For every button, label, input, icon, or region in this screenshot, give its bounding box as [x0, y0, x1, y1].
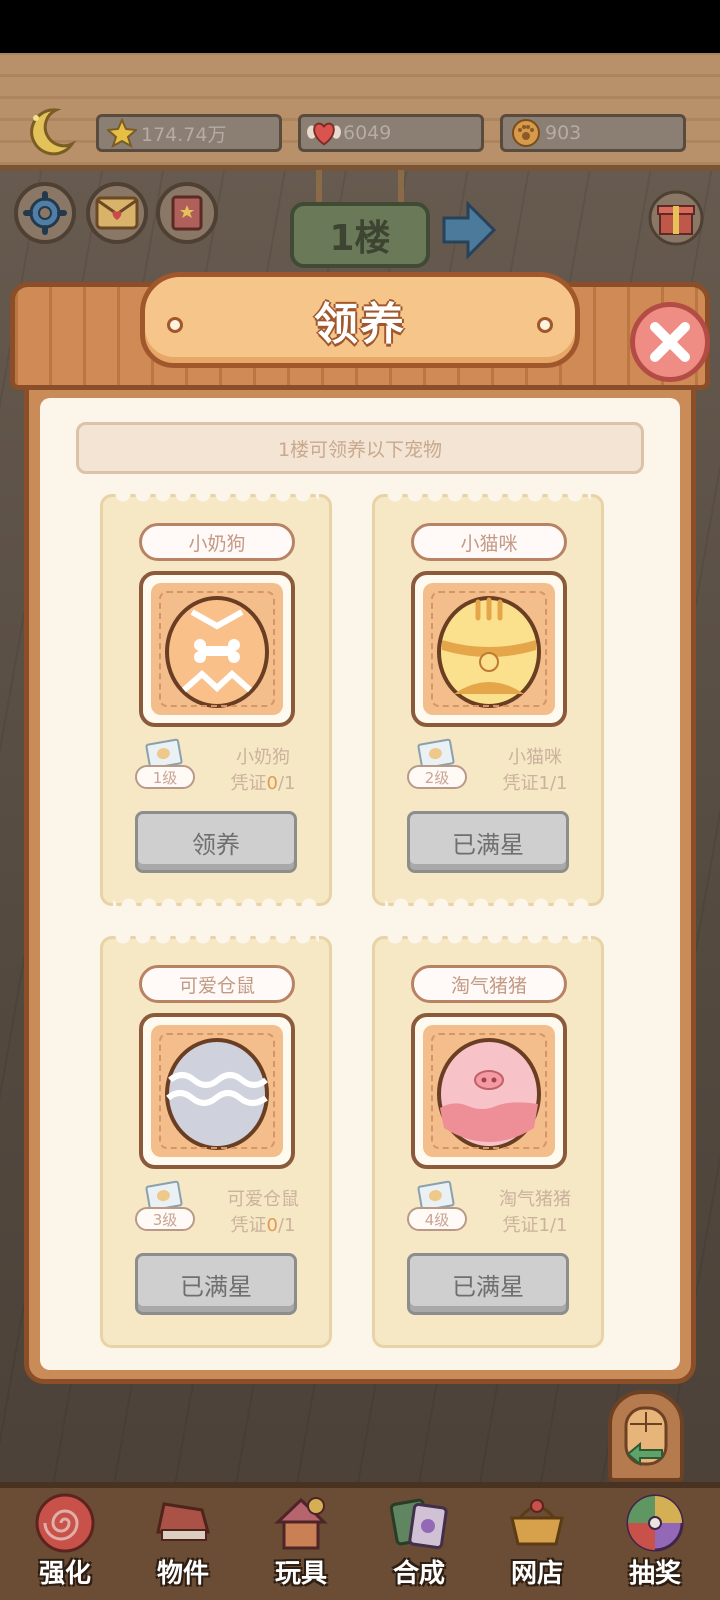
star-icon — [105, 116, 139, 150]
close-button[interactable] — [630, 302, 710, 382]
door-arrow-icon — [624, 1406, 668, 1467]
pet-name: 小奶狗 — [139, 523, 295, 561]
voucher-name: 淘气猪猪 — [499, 1189, 571, 1210]
nav-label: 网店 — [510, 1559, 563, 1589]
nav-label: 强化 — [38, 1559, 91, 1589]
rivet-left — [167, 317, 183, 333]
nav-merge[interactable]: 合成 — [364, 1486, 474, 1590]
nav-lottery[interactable]: 抽奖 — [600, 1486, 710, 1590]
voucher-badge: 2级 — [405, 738, 471, 791]
hamster-egg-icon — [165, 1038, 269, 1150]
voucher-badge: 4级 — [405, 1180, 471, 1233]
card-scallop — [385, 936, 591, 948]
card-scallop — [113, 936, 319, 948]
voucher-count: 凭证0/1 — [230, 1215, 296, 1236]
max-star-button[interactable]: 已满星 — [135, 1253, 297, 1315]
voucher-badge: 3级 — [133, 1180, 199, 1233]
voucher-count: 凭证1/1 — [502, 1215, 568, 1236]
coins-resource: 903 — [500, 114, 686, 152]
level-badge: 1级 — [135, 765, 195, 789]
piano-icon — [156, 1502, 210, 1541]
voucher-name: 小猫咪 — [508, 747, 562, 768]
adopt-button[interactable]: 领养 — [135, 811, 297, 873]
cat-egg-icon — [437, 596, 541, 708]
voucher-count: 凭证0/1 — [230, 773, 296, 794]
status-bar — [0, 0, 720, 53]
gear-icon — [23, 191, 67, 235]
settings-button[interactable] — [14, 182, 76, 244]
lottery-wheel-icon — [626, 1494, 684, 1552]
cards-icon — [389, 1498, 448, 1550]
nav-upgrade[interactable]: 强化 — [10, 1486, 120, 1590]
pet-card-pig: 淘气猪猪 4级 淘气猪猪 凭证1/1 已满星 — [372, 936, 604, 1348]
pet-card-cat: 小猫咪 2级 小猫咪 凭证1/1 已满星 — [372, 494, 604, 906]
next-floor-arrow-icon[interactable] — [442, 200, 496, 260]
voucher-name: 可爱仓鼠 — [227, 1189, 299, 1210]
gift-icon[interactable] — [648, 190, 704, 246]
pet-egg-frame — [139, 1013, 295, 1169]
nav-items[interactable]: 物件 — [128, 1486, 238, 1590]
exit-door-button[interactable] — [608, 1390, 684, 1482]
level-badge: 2级 — [407, 765, 467, 789]
voucher-badge: 1级 — [133, 738, 199, 791]
card-scallop — [385, 494, 591, 506]
pet-name: 小猫咪 — [411, 523, 567, 561]
dog-egg-icon — [165, 596, 269, 708]
rivet-right — [537, 317, 553, 333]
nav-shop[interactable]: 网店 — [482, 1486, 592, 1590]
bottom-nav: 强化 物件 玩具 合成 网店 抽奖 — [0, 1482, 720, 1600]
mail-button[interactable] — [86, 182, 148, 244]
pet-egg-frame — [411, 1013, 567, 1169]
voucher-count: 凭证1/1 — [502, 773, 568, 794]
top-bar — [0, 53, 720, 171]
paw-coin-icon — [509, 116, 543, 150]
level-badge: 3级 — [135, 1207, 195, 1231]
card-scallop — [113, 894, 319, 906]
stars-resource: 174.74万 — [96, 114, 282, 152]
modal-title-plaque: 领养 — [140, 272, 580, 368]
nav-label: 抽奖 — [628, 1559, 681, 1589]
sign-rope-right — [398, 170, 404, 206]
nav-label: 玩具 — [274, 1559, 327, 1589]
shop-basket-icon — [510, 1499, 564, 1546]
pet-name: 淘气猪猪 — [411, 965, 567, 1003]
nav-toys[interactable]: 玩具 — [246, 1486, 356, 1590]
nav-label: 物件 — [156, 1559, 209, 1589]
level-badge: 4级 — [407, 1207, 467, 1231]
stars-value: 174.74万 — [141, 123, 227, 146]
book-button[interactable] — [156, 182, 218, 244]
modal-subtitle: 1楼可领养以下宠物 — [76, 422, 644, 474]
card-scallop — [113, 494, 319, 506]
floor-sign[interactable]: 1楼 — [290, 202, 430, 268]
envelope-heart-icon — [95, 196, 139, 230]
max-star-button[interactable]: 已满星 — [407, 1253, 569, 1315]
pig-egg-icon — [437, 1038, 541, 1150]
heart-wings-icon — [307, 116, 341, 150]
moon-icon[interactable] — [22, 104, 78, 160]
hearts-resource: 6049 — [298, 114, 484, 152]
card-scallop — [385, 894, 591, 906]
close-icon — [650, 322, 690, 362]
book-icon — [171, 195, 203, 231]
sign-rope-left — [316, 170, 322, 206]
pet-egg-frame — [139, 571, 295, 727]
pet-card-hamster: 可爱仓鼠 3级 可爱仓鼠 凭证0/1 已满星 — [100, 936, 332, 1348]
pet-egg-frame — [411, 571, 567, 727]
pet-card-dog: 小奶狗 1级 小奶狗 凭证0/1 领养 — [100, 494, 332, 906]
coins-value: 903 — [545, 122, 582, 144]
voucher-name: 小奶狗 — [236, 747, 290, 768]
modal-title: 领养 — [314, 299, 406, 350]
max-star-button[interactable]: 已满星 — [407, 811, 569, 873]
nav-label: 合成 — [392, 1559, 445, 1589]
pet-name: 可爱仓鼠 — [139, 965, 295, 1003]
spiral-candy-icon — [35, 1493, 95, 1553]
cat-house-icon — [274, 1497, 328, 1550]
hearts-value: 6049 — [343, 122, 392, 144]
